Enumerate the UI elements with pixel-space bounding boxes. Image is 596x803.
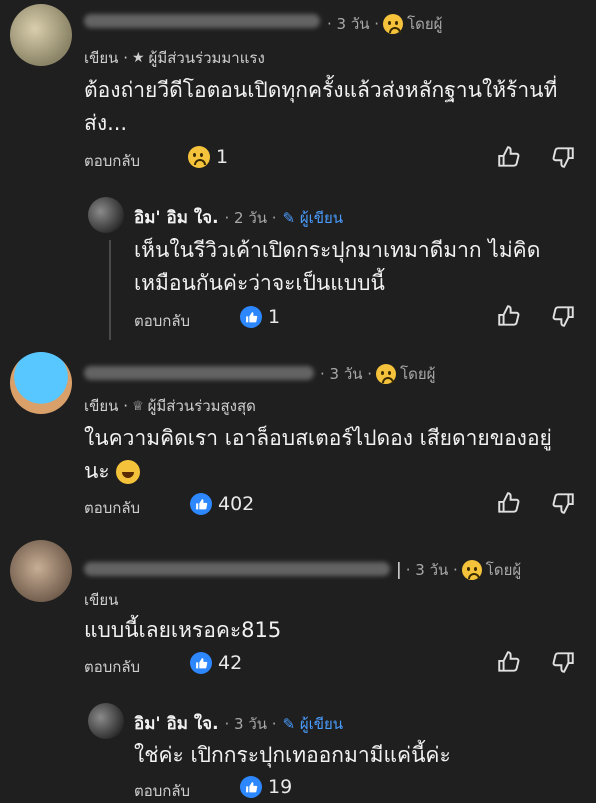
avatar[interactable] [10,352,72,414]
comment-meta: | · 3 วัน · โดยผู้ [396,558,521,582]
trophy-icon: ♕ [131,398,144,414]
role-prefix: เขียน [84,591,119,609]
comment-text: เห็นในรีวิวเค้าเปิดกระปุกมาเทมาดีมาก ไม่… [134,238,541,295]
reaction-count[interactable]: 1 [188,146,228,168]
sad-reaction-icon [188,146,210,168]
avatar[interactable] [88,703,124,739]
author-name[interactable]: อิม' อิม ใจ. · 2 วัน · ✎ ผู้เขียน [134,204,343,231]
role-prefix: เขียน · [84,49,128,67]
author-name-text[interactable]: อิม' อิม ใจ. [134,714,219,734]
reaction-number: 19 [268,776,293,798]
name-separator-bar: | [396,560,402,580]
comment-time[interactable]: · 3 วัน · [225,715,277,733]
like-icon[interactable] [496,649,522,675]
reply-button[interactable]: ตอบกลับ [84,496,140,520]
laughing-emoji-icon [116,460,141,484]
like-icon[interactable] [496,490,522,516]
comment-meta: · 3 วัน · โดยผู้ [320,362,435,386]
via-author-label: โดยผู้ [400,365,436,383]
comment-time[interactable]: · 3 วัน · [406,558,458,582]
comment-text: แบบนี้เลยเหรอคะ815 [84,618,282,642]
commenter-role: เขียน [84,588,118,612]
like-reaction-icon [190,493,212,515]
role-prefix: เขียน · [84,397,128,415]
dislike-icon[interactable] [550,303,576,329]
reply-button[interactable]: ตอบกลับ [84,149,140,173]
like-reaction-icon [240,776,262,798]
comment-meta: · 3 วัน · โดยผู้ [327,12,442,36]
comment-time[interactable]: · 3 วัน · [320,362,372,386]
reaction-number: 1 [268,306,281,328]
reply-button[interactable]: ตอบกลับ [84,655,140,679]
dislike-icon[interactable] [550,144,576,170]
like-reaction-icon [240,306,262,328]
like-icon[interactable] [496,303,522,329]
blurred-commenter-name[interactable] [84,14,320,28]
author-name-text[interactable]: อิม' อิม ใจ. [134,208,219,228]
reply-button[interactable]: ตอบกลับ [134,779,190,803]
rising-star-icon: ★ [131,50,145,66]
comment-text-content: ในความคิดเรา เอาล็อบสเตอร์ไปดอง เสียดายข… [84,426,552,483]
comment-time[interactable]: · 3 วัน · [327,12,379,36]
commenter-role: เขียน · ♕ ผู้มีส่วนร่วมสูงสุด [84,394,256,418]
reaction-number: 42 [218,652,243,674]
author-badge-label: ผู้เขียน [299,209,344,227]
contributor-badge: ผู้มีส่วนร่วมมาแรง [148,49,265,67]
via-author-label: โดยผู้ [407,15,443,33]
commenter-role: เขียน · ★ ผู้มีส่วนร่วมมาแรง [84,46,265,70]
like-icon[interactable] [496,144,522,170]
comment-text: ต้องถ่ายวีดีโอตอนเปิดทุกครั้งแล้วส่งหลัก… [84,78,558,135]
author-badge: ✎ ผู้เขียน [282,209,344,227]
comment-text: ในความคิดเรา เอาล็อบสเตอร์ไปดอง เสียดายข… [84,422,564,488]
avatar[interactable] [10,540,72,602]
reply-button[interactable]: ตอบกลับ [134,309,190,333]
via-author-label: โดยผู้ [485,561,522,579]
dislike-icon[interactable] [550,649,576,675]
comment-time[interactable]: · 2 วัน · [225,209,277,227]
author-badge-label: ผู้เขียน [299,715,344,733]
reply-thread-line [109,240,111,340]
reaction-count[interactable]: 402 [190,493,254,515]
dislike-icon[interactable] [550,490,576,516]
reaction-count[interactable]: 1 [240,306,280,328]
blurred-commenter-name[interactable] [84,562,390,576]
reaction-count[interactable]: 42 [190,652,242,674]
reaction-number: 402 [218,493,255,515]
avatar[interactable] [10,4,72,66]
sad-emoji-icon [461,560,482,580]
sad-emoji-icon [383,14,404,34]
sad-emoji-icon [376,364,397,384]
blurred-commenter-name[interactable] [84,366,314,380]
like-reaction-icon [190,652,212,674]
contributor-badge: ผู้มีส่วนร่วมสูงสุด [147,397,256,415]
avatar[interactable] [88,197,124,233]
comment-text: ใช่ค่ะ เปิกกระปุกเทออกมามีแค่นี้ค่ะ [134,743,451,767]
reaction-count[interactable]: 19 [240,776,292,798]
author-badge: ✎ ผู้เขียน [282,715,344,733]
reaction-number: 1 [216,146,229,168]
author-name[interactable]: อิม' อิม ใจ. · 3 วัน · ✎ ผู้เขียน [134,710,343,737]
